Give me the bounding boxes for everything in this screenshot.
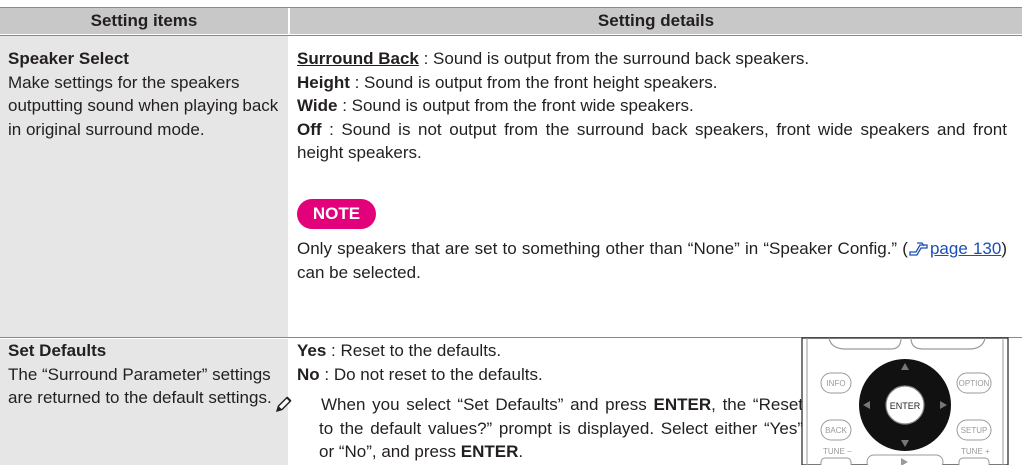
term-wide: Wide: [297, 96, 338, 115]
option-wide: Wide : Sound is output from the front wi…: [297, 94, 1007, 118]
enter-button-label: ENTER: [890, 401, 921, 411]
note-text: Only speakers that are set to something …: [297, 237, 1007, 284]
enter-key-1: ENTER: [653, 395, 712, 414]
desc-surround-back: : Sound is output from the surround back…: [418, 49, 810, 68]
option-no: No : Do not reset to the defaults.: [297, 363, 777, 387]
speaker-select-item: Speaker Select Make settings for the spe…: [8, 47, 284, 141]
speaker-select-details: Surround Back : Sound is output from the…: [297, 47, 1007, 165]
option-surround-back: Surround Back : Sound is output from the…: [297, 47, 1007, 71]
option-off: Off : Sound is not output from the surro…: [297, 118, 1007, 165]
pencil-icon: [275, 395, 315, 413]
desc-height: : Sound is output from the front height …: [349, 72, 718, 92]
set-defaults-tip: When you select “Set Defaults” and press…: [275, 393, 803, 464]
set-defaults-details: Yes : Reset to the defaults. No : Do not…: [297, 339, 777, 386]
tip-text-3: .: [518, 442, 524, 461]
header-setting-items: Setting items: [0, 8, 288, 34]
info-button-label: INFO: [826, 379, 845, 388]
enter-key-2: ENTER: [460, 442, 519, 461]
term-off: Off: [297, 119, 322, 139]
tune-plus-label: TUNE +: [961, 447, 990, 456]
setup-button-label: SETUP: [961, 426, 988, 435]
back-button-label: BACK: [825, 426, 847, 435]
option-yes: Yes : Reset to the defaults.: [297, 339, 777, 363]
speaker-select-title: Speaker Select: [8, 49, 129, 68]
tune-minus-label: TUNE −: [823, 447, 852, 456]
desc-wide: : Sound is output from the front wide sp…: [337, 96, 694, 115]
term-yes: Yes: [297, 341, 327, 360]
desc-no: : Do not reset to the defaults.: [319, 364, 543, 384]
note-text-before: Only speakers that are set to something …: [297, 239, 908, 258]
desc-off: : Sound is not output from the surround …: [297, 119, 1007, 163]
option-height: Height : Sound is output from the front …: [297, 71, 1007, 95]
term-surround-back: Surround Back: [297, 49, 419, 68]
speaker-select-description: Make settings for the speakers outputtin…: [8, 72, 279, 139]
page-reference-icon: [908, 239, 930, 258]
option-button-label: OPTION: [959, 379, 990, 388]
set-defaults-description: The “Surround Parameter” settings are re…: [8, 364, 272, 408]
settings-table: Setting items Setting details Speaker Se…: [0, 0, 1022, 465]
term-no: No: [297, 364, 320, 384]
tip-text-1: When you select “Set Defaults” and press: [321, 395, 654, 414]
page-130-link[interactable]: page 130: [930, 239, 1001, 258]
remote-control-illustration: ENTER INFO OPTION BACK SETUP TUNE − TUNE…: [801, 337, 1009, 465]
set-defaults-item: Set Defaults The “Surround Parameter” se…: [8, 339, 284, 410]
set-defaults-title: Set Defaults: [8, 341, 107, 360]
term-height: Height: [297, 72, 350, 92]
header-setting-details: Setting details: [290, 8, 1022, 34]
desc-yes: : Reset to the defaults.: [326, 341, 502, 360]
note-badge: NOTE: [297, 199, 376, 229]
